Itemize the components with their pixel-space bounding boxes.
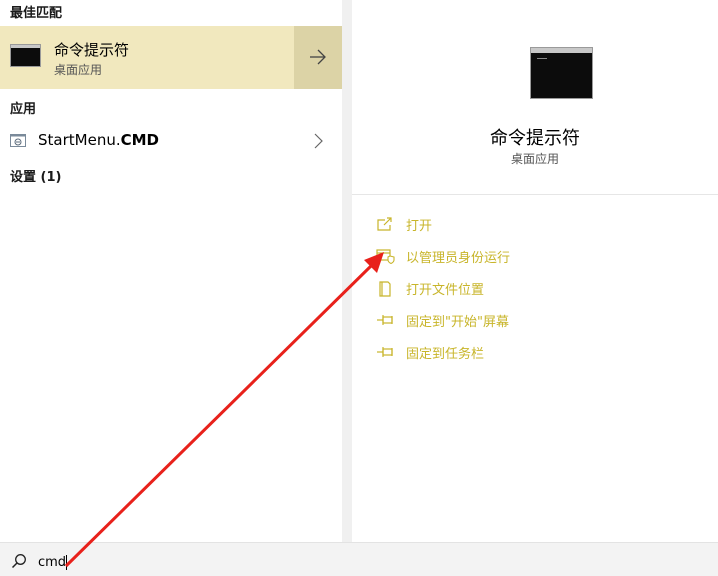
action-pin-to-taskbar[interactable]: 固定到任务栏 <box>376 341 676 363</box>
action-run-as-admin-label: 以管理员身份运行 <box>406 251 511 266</box>
settings-header[interactable]: 设置 (1) <box>10 166 61 185</box>
pane-divider <box>342 0 352 542</box>
best-match-header: 最佳匹配 <box>10 6 63 21</box>
arrow-right-icon <box>310 49 326 65</box>
action-run-as-admin[interactable]: 以管理员身份运行 <box>376 245 676 267</box>
details-divider <box>352 194 718 195</box>
open-details-button[interactable] <box>294 26 342 89</box>
pin-icon <box>377 347 393 357</box>
apps-header: 应用 <box>10 102 37 117</box>
action-pin-to-taskbar-label: 固定到任务栏 <box>406 347 485 362</box>
open-icon <box>377 217 392 231</box>
command-prompt-icon <box>10 44 41 67</box>
run-as-admin-icon <box>376 249 395 264</box>
file-shortcut-icon <box>10 134 26 147</box>
details-title: 命令提示符 <box>490 128 580 149</box>
best-match-result[interactable] <box>0 26 294 89</box>
app-result-label: StartMenu.CMD <box>38 131 159 149</box>
action-open-label: 打开 <box>406 219 433 234</box>
chevron-right-icon[interactable] <box>313 133 323 149</box>
action-open-file-location-label: 打开文件位置 <box>406 283 485 298</box>
command-prompt-icon <box>530 47 593 99</box>
text-caret <box>66 555 67 570</box>
best-match-subtitle: 桌面应用 <box>54 63 103 77</box>
action-open[interactable]: 打开 <box>376 213 676 235</box>
action-pin-to-start[interactable]: 固定到"开始"屏幕 <box>376 309 676 331</box>
pin-icon <box>377 315 393 325</box>
best-match-title: 命令提示符 <box>54 41 130 59</box>
action-open-file-location[interactable]: 打开文件位置 <box>376 277 676 299</box>
open-file-location-icon <box>379 281 391 297</box>
action-pin-to-start-label: 固定到"开始"屏幕 <box>406 315 509 330</box>
search-icon <box>11 554 26 569</box>
search-bar <box>0 542 718 576</box>
search-input[interactable] <box>38 555 338 570</box>
details-subtitle: 桌面应用 <box>510 152 559 166</box>
